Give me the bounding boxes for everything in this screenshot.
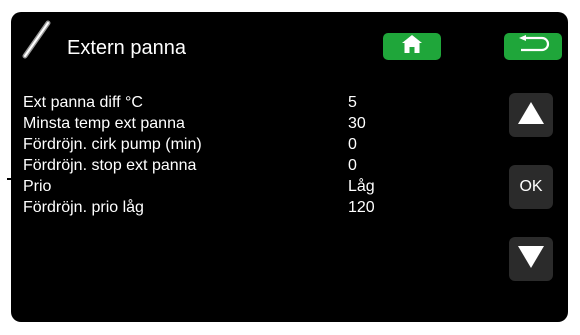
list-item[interactable]: Prio Låg [23, 176, 393, 197]
scroll-up-button[interactable] [509, 93, 553, 137]
thermometer-probe-icon [17, 18, 55, 62]
list-item[interactable]: Minsta temp ext panna 30 [23, 113, 393, 134]
settings-panel: Extern panna Ext panna diff °C 5 Minsta … [11, 12, 568, 322]
setting-label: Prio [23, 178, 52, 195]
list-item[interactable]: Fördröjn. cirk pump (min) 0 [23, 134, 393, 155]
arrow-up-icon [517, 101, 545, 130]
setting-value: 0 [348, 136, 357, 153]
setting-label: Fördröjn. stop ext panna [23, 157, 197, 174]
arrow-down-icon [517, 245, 545, 274]
setting-label: Ext panna diff °C [23, 94, 143, 111]
setting-value: 5 [348, 94, 357, 111]
list-item[interactable]: Fördröjn. stop ext panna 0 [23, 155, 393, 176]
settings-list: Ext panna diff °C 5 Minsta temp ext pann… [23, 92, 393, 218]
setting-label: Minsta temp ext panna [23, 115, 185, 132]
setting-value: 30 [348, 115, 366, 132]
setting-value: Låg [348, 178, 375, 195]
setting-value: 120 [348, 199, 375, 216]
home-icon [401, 34, 423, 59]
setting-label: Fördröjn. cirk pump (min) [23, 136, 202, 153]
screen: Extern panna Ext panna diff °C 5 Minsta … [0, 0, 580, 335]
list-item[interactable]: Fördröjn. prio låg 120 [23, 197, 393, 218]
list-item[interactable]: Ext panna diff °C 5 [23, 92, 393, 113]
scroll-down-button[interactable] [509, 237, 553, 281]
ok-button[interactable]: OK [509, 165, 553, 209]
home-button[interactable] [383, 33, 441, 60]
back-button[interactable] [504, 33, 562, 60]
setting-value: 0 [348, 157, 357, 174]
setting-label: Fördröjn. prio låg [23, 199, 144, 216]
return-arrow-icon [516, 35, 550, 58]
page-title: Extern panna [67, 37, 186, 59]
